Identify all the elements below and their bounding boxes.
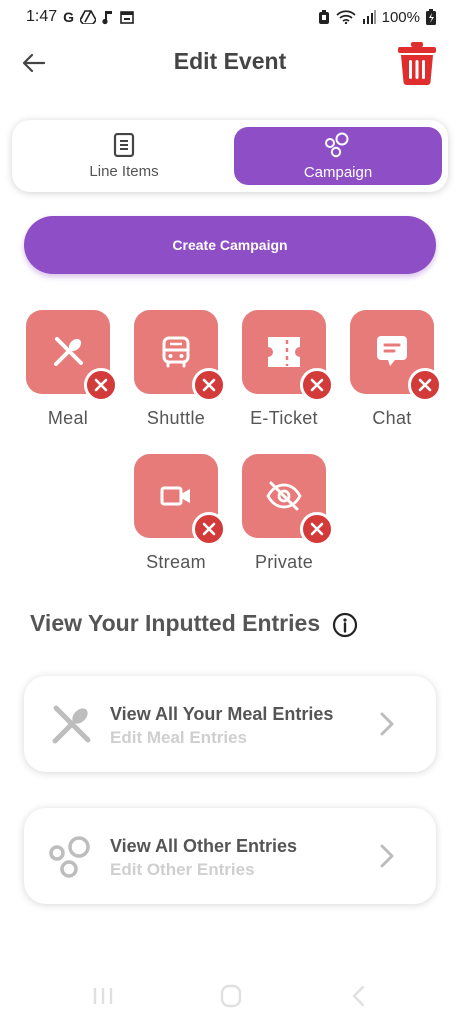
create-campaign-button[interactable]: Create Campaign [24, 216, 436, 274]
page-title: Edit Event [173, 48, 287, 74]
feature-label: Private [254, 552, 314, 572]
remove-feature-button[interactable] [300, 512, 334, 546]
entry-title: View All Your Meal Entries [110, 704, 334, 724]
system-nav-bar [0, 976, 460, 1016]
feature-label: Stream [146, 552, 206, 572]
battery-level: 100% [381, 8, 420, 26]
bus-icon [162, 336, 190, 368]
status-left: 1:47 G [26, 8, 134, 26]
remove-feature-button[interactable] [300, 368, 334, 402]
feature-label: Chat [372, 408, 412, 428]
status-time: 1:47 [26, 8, 58, 25]
entry-subtitle: Edit Meal Entries [110, 728, 247, 747]
chat-icon [377, 336, 407, 366]
back-nav-icon[interactable] [344, 984, 374, 1008]
document-icon [113, 132, 135, 157]
chevron-right-icon [380, 712, 394, 736]
drive-icon [80, 10, 97, 24]
info-icon[interactable] [332, 612, 358, 638]
close-icon [310, 522, 324, 536]
section-title: View Your Inputted Entries [30, 610, 321, 636]
circles-icon [49, 836, 90, 878]
utensils-icon [52, 705, 91, 744]
remove-feature-button[interactable] [192, 512, 226, 546]
feature-label: Meal [47, 408, 89, 428]
feature-chat: Chat [338, 310, 446, 440]
battery-icon [426, 9, 436, 25]
circles-icon [325, 132, 349, 157]
feature-shuttle: Shuttle [122, 310, 230, 440]
meal-entries-card[interactable]: View All Your Meal Entries Edit Meal Ent… [24, 676, 436, 772]
recent-apps-icon[interactable] [88, 984, 118, 1008]
ticket-icon [268, 337, 300, 367]
feature-tile[interactable] [242, 454, 334, 546]
tab-label: Line Items [89, 162, 159, 180]
feature-private: Private [230, 454, 338, 584]
tab-line-items[interactable]: Line Items [20, 127, 228, 185]
segmented-tabs: Line Items Campaign [12, 120, 448, 192]
google-icon: G [63, 9, 75, 25]
close-icon [202, 522, 216, 536]
feature-tile[interactable] [134, 310, 226, 402]
chevron-right-icon [380, 844, 394, 868]
close-icon [310, 378, 324, 392]
delete-event-button[interactable] [394, 40, 440, 86]
feature-tile[interactable] [350, 310, 442, 402]
entry-subtitle: Edit Other Entries [110, 860, 255, 879]
close-icon [418, 378, 432, 392]
feature-e-ticket: E-Ticket [230, 310, 338, 440]
feature-tile[interactable] [134, 454, 226, 546]
feature-tile[interactable] [242, 310, 334, 402]
wifi-icon [335, 10, 356, 24]
remove-feature-button[interactable] [84, 368, 118, 402]
close-icon [202, 378, 216, 392]
other-entries-card[interactable]: View All Other Entries Edit Other Entrie… [24, 808, 436, 904]
eye-off-icon [266, 481, 302, 511]
remove-feature-button[interactable] [192, 368, 226, 402]
entry-title: View All Other Entries [110, 836, 298, 856]
remove-feature-button[interactable] [408, 368, 442, 402]
feature-tile[interactable] [26, 310, 118, 402]
close-icon [94, 378, 108, 392]
status-bar: 1:47 G 100% [0, 0, 460, 34]
signal-icon [362, 10, 376, 24]
utensils-icon [54, 337, 83, 366]
calendar-icon [120, 11, 134, 24]
alarm-icon [318, 10, 329, 24]
music-icon [102, 11, 113, 25]
video-icon [160, 486, 190, 506]
feature-label: E-Ticket [250, 408, 318, 428]
tab-campaign[interactable]: Campaign [234, 127, 442, 185]
trash-icon [398, 42, 436, 85]
feature-stream: Stream [122, 454, 230, 584]
app-header: Edit Event [0, 40, 460, 86]
tab-label: Campaign [303, 163, 373, 181]
feature-meal: Meal [14, 310, 122, 440]
feature-label: Shuttle [146, 408, 206, 428]
status-right: 100% [318, 9, 436, 26]
home-icon[interactable] [216, 984, 246, 1008]
